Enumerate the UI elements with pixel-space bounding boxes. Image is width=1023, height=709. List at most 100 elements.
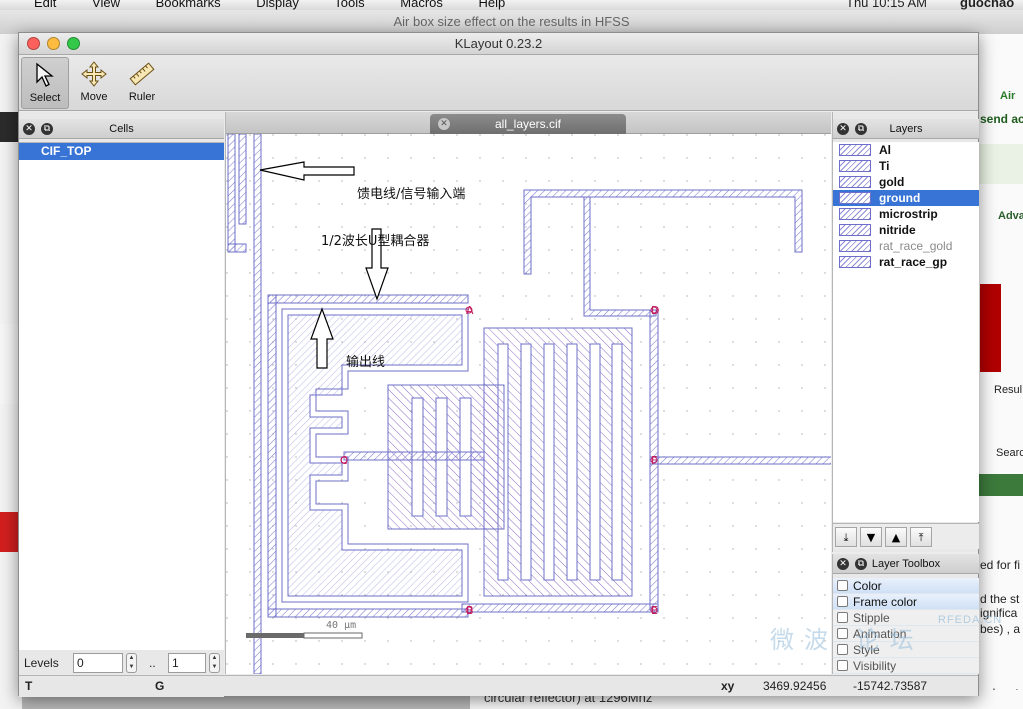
layer-item-ground[interactable]: ground (833, 190, 979, 206)
cell-item[interactable]: CIF_TOP (19, 143, 224, 160)
status-mid-letter: G (155, 679, 165, 693)
zoom-window-button[interactable] (67, 37, 80, 50)
layer-list[interactable]: Al Ti gold ground microstrip nitride rat… (833, 142, 979, 522)
y-coordinate: -15742.73587 (853, 679, 928, 693)
layer-swatch (839, 208, 871, 220)
background-window-title: Air box size effect on the results in HF… (0, 10, 1023, 34)
layer-item-ti[interactable]: Ti (833, 158, 979, 174)
close-tab-icon[interactable]: ✕ (438, 118, 450, 130)
move-tool-button[interactable]: Move (70, 57, 118, 109)
close-icon[interactable]: ✕ (837, 558, 849, 570)
ruler-tool-button[interactable]: Ruler (118, 57, 166, 109)
layer-item-nitride[interactable]: nitride (833, 222, 979, 238)
level-to-stepper[interactable]: ▲ ▼ (209, 653, 220, 673)
annotation-feed-line: 馈电线/信号输入端 (357, 187, 466, 202)
cells-panel-header: ✕ ⧉ Cells (19, 119, 224, 139)
move-bottom-icon[interactable]: ⤓ (835, 527, 857, 547)
watermark-text: 微波 论坛 (770, 626, 924, 654)
tab-all-layers[interactable]: ✕ all_layers.cif (430, 114, 626, 134)
layer-item-al[interactable]: Al (833, 142, 979, 158)
layer-toolbox-title: Layer Toolbox (871, 558, 941, 570)
toolbox-color[interactable]: Color (833, 578, 979, 594)
main-toolbar: Select Move Ruler (19, 55, 978, 111)
minimize-window-button[interactable] (47, 37, 60, 50)
feed-line-vertical (253, 134, 262, 674)
levels-label: Levels (24, 656, 59, 670)
status-bar: T G xy 3469.92456 -15742.73587 (19, 675, 978, 696)
bg-red-image (980, 284, 1001, 372)
bg-text-adva: Adva (998, 210, 1023, 222)
select-tool-label: Select (29, 92, 61, 104)
level-range-separator: .. (149, 656, 156, 670)
coupler-top-arm (267, 294, 469, 304)
move-down-icon[interactable]: ▼ (860, 527, 882, 547)
x-coordinate: 3469.92456 (763, 679, 827, 693)
select-tool-button[interactable]: Select (21, 57, 69, 109)
annotation-output-line: 输出线 (346, 355, 386, 370)
klayout-window: KLayout 0.23.2 Select Move Ruler ✕ ⧉ Cel… (18, 32, 979, 697)
menu-macros[interactable]: Macros (400, 0, 443, 10)
bottom-horizontal-trace (461, 603, 659, 613)
layer-swatch (839, 256, 871, 268)
layer-swatch (839, 192, 871, 204)
menu-bookmarks[interactable]: Bookmarks (156, 0, 221, 10)
menu-help[interactable]: Help (479, 0, 506, 10)
move-tool-label: Move (80, 91, 108, 103)
menubar-user[interactable]: guochao (960, 0, 1014, 10)
layer-swatch (839, 144, 871, 156)
background-right-strip: Air send act Adva Resul Searc ed for fi … (978, 34, 1023, 709)
layer-item-rat-race-gold[interactable]: rat_race_gold (833, 238, 979, 254)
expand-checkbox[interactable] (837, 596, 848, 607)
layer-name: ground (879, 191, 921, 205)
left-feed-trace (227, 134, 236, 253)
layer-item-rat-race-gp[interactable]: rat_race_gp (833, 254, 979, 270)
level-from-stepper[interactable]: ▲ ▼ (126, 653, 137, 673)
watermark-subtext: RFEDA.CN (938, 614, 1003, 626)
layers-panel-header: ✕ ⧉ Layers (833, 119, 979, 139)
expand-checkbox[interactable] (837, 660, 848, 671)
level-from-input[interactable]: 0 (73, 653, 123, 673)
layers-panel: ✕ ⧉ Layers Al Ti gold ground microstrip … (832, 112, 979, 552)
layer-item-microstrip[interactable]: microstrip (833, 206, 979, 222)
move-up-icon[interactable]: ▲ (885, 527, 907, 547)
menu-tools[interactable]: Tools (334, 0, 364, 10)
float-panel-icon[interactable]: ⧉ (855, 123, 867, 135)
right-output-trace (649, 456, 831, 465)
levels-control: Levels 0 ▲ ▼ .. 1 ▲ ▼ (19, 651, 224, 677)
menu-display[interactable]: Display (256, 0, 299, 10)
bg-green-bar (978, 474, 1023, 496)
forum-watermark: 微波 论坛 RFEDA.CN (770, 614, 1001, 655)
port-label-f: F (651, 454, 657, 467)
menu-view[interactable]: View (92, 0, 120, 10)
scale-bar-label: 40 µm (326, 620, 356, 631)
expand-checkbox[interactable] (837, 580, 848, 591)
ruler-icon (118, 57, 166, 91)
toolbox-visibility[interactable]: Visibility (833, 658, 979, 674)
bg-text-send: send act (980, 112, 1023, 126)
level-to-input[interactable]: 1 (168, 653, 206, 673)
layer-name: Al (879, 143, 891, 157)
menubar-clock[interactable]: Thu 10:15 AM (846, 0, 927, 10)
layer-item-gold[interactable]: gold (833, 174, 979, 190)
menu-edit[interactable]: Edit (34, 0, 56, 10)
move-top-icon[interactable]: ⤒ (910, 527, 932, 547)
menubar-menus: Edit View Bookmarks Display Tools Macros… (34, 0, 537, 10)
float-panel-icon[interactable]: ⧉ (855, 558, 867, 570)
close-window-button[interactable] (27, 37, 40, 50)
ruler-tool-label: Ruler (128, 91, 156, 103)
layer-name: gold (879, 175, 905, 189)
layout-view[interactable]: A D C F B E 40 µm (226, 134, 831, 674)
float-panel-icon[interactable]: ⧉ (41, 123, 53, 135)
close-icon[interactable]: ✕ (23, 123, 35, 135)
close-icon[interactable]: ✕ (837, 123, 849, 135)
layer-name: microstrip (879, 207, 938, 221)
port-label-c: C (340, 454, 348, 467)
layer-order-buttons: ⤓ ▼ ▲ ⤒ (833, 523, 979, 549)
document-tabbar: ✕ all_layers.cif (226, 112, 831, 134)
bg-text-fragment-1: ed for fi (980, 558, 1021, 572)
tab-label: all_layers.cif (494, 117, 562, 131)
toolbox-frame-color[interactable]: Frame color (833, 594, 979, 610)
coordinate-label: xy (721, 679, 735, 693)
cell-tree[interactable]: CIF_TOP (19, 142, 224, 650)
bg-text-fragment-2: d the st (980, 592, 1020, 606)
